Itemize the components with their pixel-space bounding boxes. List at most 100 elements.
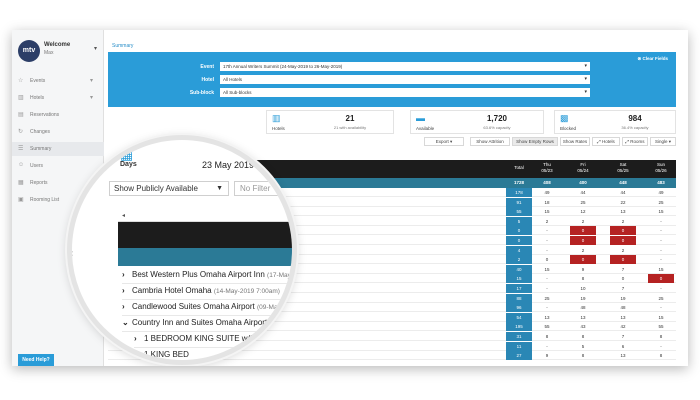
day-cell[interactable]: 55 (648, 322, 674, 331)
hotel-row[interactable]: ⌄ Country Inn and Suites Omaha Airport (2… (122, 318, 292, 332)
day-cell[interactable]: 12 (570, 207, 596, 216)
day-cell[interactable]: 19 (610, 294, 636, 303)
chevron-right-icon[interactable]: › (134, 350, 144, 359)
day-cell[interactable]: 13 (610, 313, 636, 322)
day-cell[interactable]: 25 (534, 294, 560, 303)
day-cell[interactable]: 15 (648, 313, 674, 322)
day-cell[interactable]: 0 (570, 226, 596, 236)
day-cell[interactable]: - (534, 274, 560, 283)
rooms-toggle-button[interactable]: ⤢ Rooms (622, 137, 648, 146)
day-cell[interactable]: 10 (570, 284, 596, 293)
day-cell[interactable]: 2 (610, 246, 636, 255)
day-cell[interactable]: - (534, 303, 560, 312)
show-empty-rows-button[interactable]: Show Empty Rows (512, 137, 558, 146)
day-cell[interactable]: 0 (570, 255, 596, 265)
hotel-row[interactable]: › Candlewood Suites Omaha Airport (09-May… (122, 302, 292, 316)
day-cell[interactable]: 8 (648, 332, 674, 341)
day-cell[interactable]: 48 (570, 303, 596, 312)
day-cell[interactable]: 18 (534, 198, 560, 207)
day-cell[interactable]: 44 (610, 188, 636, 197)
day-cell[interactable]: 0 (610, 226, 636, 236)
day-cell[interactable]: - (648, 226, 674, 235)
chevron-right-icon[interactable]: › (122, 270, 132, 279)
day-cell[interactable]: - (648, 236, 674, 245)
occupancy-select[interactable]: Single ▾ (650, 137, 676, 146)
day-cell[interactable]: 22 (610, 198, 636, 207)
event-select[interactable]: 17th Annual Writers Summit (24-May-2019 … (220, 62, 590, 71)
chevron-right-icon[interactable]: › (134, 334, 144, 343)
caret-left-icon[interactable]: ◂ (122, 212, 125, 219)
chevron-right-icon[interactable]: › (122, 286, 132, 295)
need-help-button[interactable]: Need Help? (18, 354, 54, 366)
day-cell[interactable]: 0 (648, 274, 674, 284)
day-cell[interactable]: 43 (570, 322, 596, 331)
sidebar-item-events[interactable]: ☆ Events ▾ (12, 74, 104, 88)
day-cell[interactable]: 7 (610, 332, 636, 341)
room-type-row[interactable]: › 1 BEDROOM KING SUITE w/SOF (134, 334, 292, 348)
day-cell[interactable]: - (648, 303, 674, 312)
day-cell[interactable]: 8 (570, 332, 596, 341)
day-cell[interactable]: 8 (570, 351, 596, 360)
day-cell[interactable]: 15 (534, 265, 560, 274)
day-cell[interactable]: 15 (648, 207, 674, 216)
day-cell[interactable]: 19 (570, 294, 596, 303)
day-cell[interactable]: 15 (648, 265, 674, 274)
day-cell[interactable]: 49 (534, 188, 560, 197)
subblock-select[interactable]: All Sub-blocks ▾ (220, 88, 590, 97)
day-cell[interactable]: 0 (610, 274, 636, 283)
day-cell[interactable]: 25 (570, 198, 596, 207)
day-cell[interactable]: 13 (534, 313, 560, 322)
day-cell[interactable]: 7 (610, 265, 636, 274)
day-cell[interactable]: 13 (610, 207, 636, 216)
chevron-down-icon[interactable]: ⌄ (122, 318, 132, 327)
day-cell[interactable]: 2 (570, 217, 596, 226)
hotel-select[interactable]: All Hotels ▾ (220, 75, 590, 84)
day-cell[interactable]: 5 (570, 342, 596, 351)
export-button[interactable]: Export ▾ (424, 137, 464, 146)
day-cell[interactable]: - (648, 342, 674, 351)
day-cell[interactable]: - (648, 217, 674, 226)
day-cell[interactable]: 6 (610, 342, 636, 351)
breadcrumb[interactable]: Summary (112, 43, 133, 49)
day-cell[interactable]: 0 (534, 255, 560, 264)
day-cell[interactable]: - (534, 246, 560, 255)
day-cell[interactable]: 13 (570, 313, 596, 322)
day-cell[interactable]: 2 (570, 246, 596, 255)
no-filter-select[interactable]: No Filter▼ (234, 181, 292, 196)
sidebar-item-hotels[interactable]: ▥ Hotels ▾ (12, 91, 104, 105)
scroll-bar[interactable]: ◂ (118, 212, 292, 222)
day-cell[interactable]: 7 (610, 284, 636, 293)
day-cell[interactable]: - (534, 284, 560, 293)
day-cell[interactable]: 8 (534, 332, 560, 341)
day-cell[interactable]: - (534, 236, 560, 245)
day-cell[interactable]: 25 (648, 198, 674, 207)
day-cell[interactable]: 49 (648, 188, 674, 197)
day-cell[interactable]: 42 (610, 322, 636, 331)
day-cell[interactable]: 55 (534, 322, 560, 331)
day-cell[interactable]: - (534, 342, 560, 351)
day-cell[interactable]: 9 (534, 351, 560, 360)
day-cell[interactable]: 25 (648, 294, 674, 303)
sidebar-item-reservations[interactable]: ▤ Reservations (12, 108, 104, 122)
day-cell[interactable]: 48 (610, 303, 636, 312)
day-cell[interactable]: 8 (648, 351, 674, 360)
day-cell[interactable]: 0 (610, 255, 636, 265)
day-cell[interactable]: - (648, 246, 674, 255)
availability-select[interactable]: Show Publicly Available ▼ (109, 181, 229, 196)
day-cell[interactable]: - (648, 284, 674, 293)
day-cell[interactable]: 13 (610, 351, 636, 360)
day-cell[interactable]: 0 (610, 236, 636, 245)
hotels-toggle-button[interactable]: ⤢ Hotels (592, 137, 620, 146)
show-attrition-button[interactable]: Show Attrition (470, 137, 510, 146)
day-cell[interactable]: 15 (534, 207, 560, 216)
user-menu[interactable]: mtv Welcome Max ▾ (16, 38, 102, 68)
hotel-row[interactable]: › Best Western Plus Omaha Airport Inn (17… (122, 270, 292, 284)
hotel-row[interactable]: › Cambria Hotel Omaha (14-May-2019 7:00am… (122, 286, 292, 300)
day-cell[interactable]: 9 (570, 265, 596, 274)
day-cell[interactable]: 2 (534, 217, 560, 226)
day-cell[interactable]: 8 (570, 274, 596, 283)
chevron-right-icon[interactable]: › (122, 302, 132, 311)
day-cell[interactable]: - (648, 255, 674, 264)
show-rates-button[interactable]: Show Rates (560, 137, 590, 146)
day-cell[interactable]: - (534, 226, 560, 235)
